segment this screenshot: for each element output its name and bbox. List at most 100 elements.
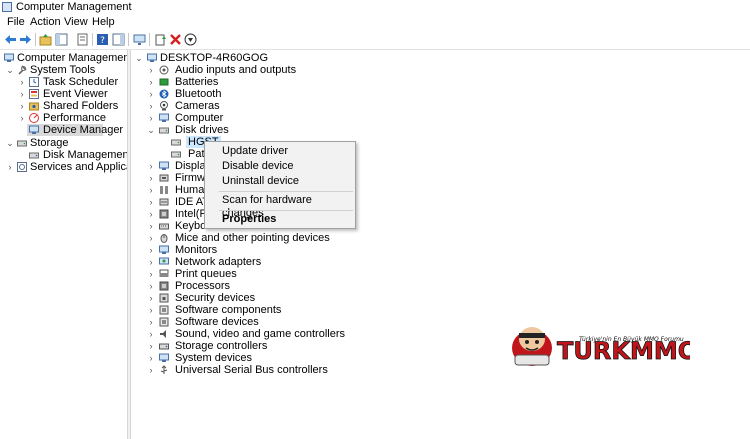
ctx-uninstall-device[interactable]: Uninstall device xyxy=(222,175,299,188)
tree-item-device-manager[interactable]: Device Manager xyxy=(27,124,123,136)
chevron-right-icon[interactable]: › xyxy=(147,364,155,376)
chevron-right-icon[interactable]: › xyxy=(147,328,155,340)
monitor-icon xyxy=(159,245,169,254)
device-category[interactable]: › Processors xyxy=(131,280,750,292)
tree-item-event-viewer[interactable]: › Event Viewer xyxy=(0,88,127,100)
chevron-right-icon[interactable]: › xyxy=(147,160,155,172)
device-category[interactable]: › Cameras xyxy=(131,100,750,112)
chevron-right-icon[interactable]: › xyxy=(147,184,155,196)
chevron-right-icon[interactable]: › xyxy=(18,112,26,124)
ide-controller-icon xyxy=(159,198,169,206)
toolbar: ? xyxy=(0,30,750,50)
help-icon[interactable]: ? xyxy=(96,33,109,46)
device-category[interactable]: › Computer xyxy=(131,112,750,124)
device-category[interactable]: › Audio inputs and outputs xyxy=(131,64,750,76)
chevron-right-icon[interactable]: › xyxy=(147,208,155,220)
chevron-right-icon[interactable]: › xyxy=(147,256,155,268)
chevron-right-icon[interactable]: › xyxy=(18,100,26,112)
security-device-icon xyxy=(159,293,169,303)
chevron-down-icon[interactable]: ⌄ xyxy=(135,52,143,64)
tree-label: Disk Management xyxy=(43,149,127,161)
tree-item-system-tools[interactable]: ⌄ System Tools xyxy=(0,64,127,76)
back-arrow-icon[interactable] xyxy=(4,33,17,46)
disk-drive-icon xyxy=(159,127,169,134)
chevron-right-icon[interactable]: › xyxy=(147,64,155,76)
tree-item-shared-folders[interactable]: › Shared Folders xyxy=(0,100,127,112)
chevron-right-icon[interactable]: › xyxy=(147,316,155,328)
turkmmo-watermark-logo: TURKMMO Türkiye'nin En Büyük MMO Forumu xyxy=(512,327,690,366)
chevron-right-icon[interactable]: › xyxy=(147,340,155,352)
device-category[interactable]: › Bluetooth xyxy=(131,88,750,100)
chevron-right-icon[interactable]: › xyxy=(18,88,26,100)
device-category[interactable]: ⌄ Disk drives xyxy=(131,124,750,136)
tree-label: System Tools xyxy=(30,64,96,76)
chevron-right-icon[interactable]: › xyxy=(147,76,155,88)
chevron-down-icon[interactable]: ⌄ xyxy=(6,64,14,76)
chevron-right-icon[interactable]: › xyxy=(6,161,14,173)
device-manager-icon xyxy=(29,125,39,134)
tree-item-disk-management[interactable]: Disk Management xyxy=(0,149,127,161)
tree-item-performance[interactable]: › Performance xyxy=(0,112,127,124)
watermark-tagline: Türkiye'nin En Büyük MMO Forumu xyxy=(579,336,684,343)
tree-item-task-scheduler[interactable]: › Task Scheduler xyxy=(0,76,127,88)
monitor-scan-icon[interactable] xyxy=(133,33,146,46)
chevron-right-icon[interactable]: › xyxy=(18,76,26,88)
device-category[interactable]: › Batteries xyxy=(131,76,750,88)
menu-file[interactable]: File xyxy=(7,16,25,28)
menu-view[interactable]: View xyxy=(64,16,88,28)
chevron-right-icon[interactable]: › xyxy=(147,100,155,112)
device-category[interactable]: › Mice and other pointing devices xyxy=(131,232,750,244)
chevron-down-icon[interactable]: ⌄ xyxy=(6,137,14,149)
enable-device-icon[interactable] xyxy=(184,33,197,46)
properties-sheet-icon[interactable] xyxy=(76,33,89,46)
device-category[interactable]: › Print queues xyxy=(131,268,750,280)
processor-icon xyxy=(159,281,169,291)
chevron-right-icon[interactable]: › xyxy=(147,244,155,256)
device-label: Disk drives xyxy=(175,124,229,136)
computer-management-icon xyxy=(2,2,12,12)
device-category[interactable]: › Monitors xyxy=(131,244,750,256)
device-category[interactable]: › Software components xyxy=(131,304,750,316)
ctx-scan-hardware[interactable]: Scan for hardware changes xyxy=(222,194,355,219)
shared-folder-icon xyxy=(29,102,39,111)
usb-icon xyxy=(160,365,168,374)
chevron-right-icon[interactable]: › xyxy=(147,352,155,364)
ctx-update-driver[interactable]: Update driver xyxy=(222,145,288,158)
disk-drive-icon xyxy=(171,139,181,146)
chevron-right-icon[interactable]: › xyxy=(147,88,155,100)
device-category[interactable]: › Security devices xyxy=(131,292,750,304)
chevron-right-icon[interactable]: › xyxy=(147,220,155,232)
camera-icon xyxy=(160,101,168,111)
up-folder-icon[interactable] xyxy=(39,33,52,46)
ctx-disable-device[interactable]: Disable device xyxy=(222,160,294,173)
chevron-right-icon[interactable]: › xyxy=(147,232,155,244)
mouse-icon xyxy=(160,234,168,243)
device-label: Print queues xyxy=(175,268,237,280)
ctx-separator xyxy=(219,210,353,211)
action-pane-icon[interactable] xyxy=(112,33,125,46)
chevron-right-icon[interactable]: › xyxy=(147,304,155,316)
chevron-right-icon[interactable]: › xyxy=(147,292,155,304)
chevron-right-icon[interactable]: › xyxy=(147,112,155,124)
update-driver-icon[interactable] xyxy=(154,33,167,46)
chevron-right-icon[interactable]: › xyxy=(147,196,155,208)
device-category[interactable]: › Network adapters xyxy=(131,256,750,268)
tree-item-storage[interactable]: ⌄ Storage xyxy=(0,137,127,149)
forward-arrow-icon[interactable] xyxy=(19,33,32,46)
speaker-icon xyxy=(159,65,169,75)
tree-item-root[interactable]: Computer Management (Local xyxy=(0,52,127,64)
chevron-right-icon[interactable]: › xyxy=(147,268,155,280)
chevron-down-icon[interactable]: ⌄ xyxy=(147,124,155,136)
event-viewer-icon xyxy=(29,89,39,99)
ctx-properties[interactable]: Properties xyxy=(222,213,276,226)
tree-label: Shared Folders xyxy=(43,100,119,112)
show-hide-tree-icon[interactable] xyxy=(55,33,68,46)
device-label: System devices xyxy=(175,352,253,364)
menu-action[interactable]: Action xyxy=(30,16,61,28)
menu-help[interactable]: Help xyxy=(92,16,115,28)
tree-item-services[interactable]: › Services and Applications xyxy=(0,161,128,173)
chevron-right-icon[interactable]: › xyxy=(147,280,155,292)
chevron-right-icon[interactable]: › xyxy=(147,172,155,184)
uninstall-x-icon[interactable] xyxy=(169,33,182,46)
device-root[interactable]: ⌄ DESKTOP-4R60GOG xyxy=(131,52,750,64)
